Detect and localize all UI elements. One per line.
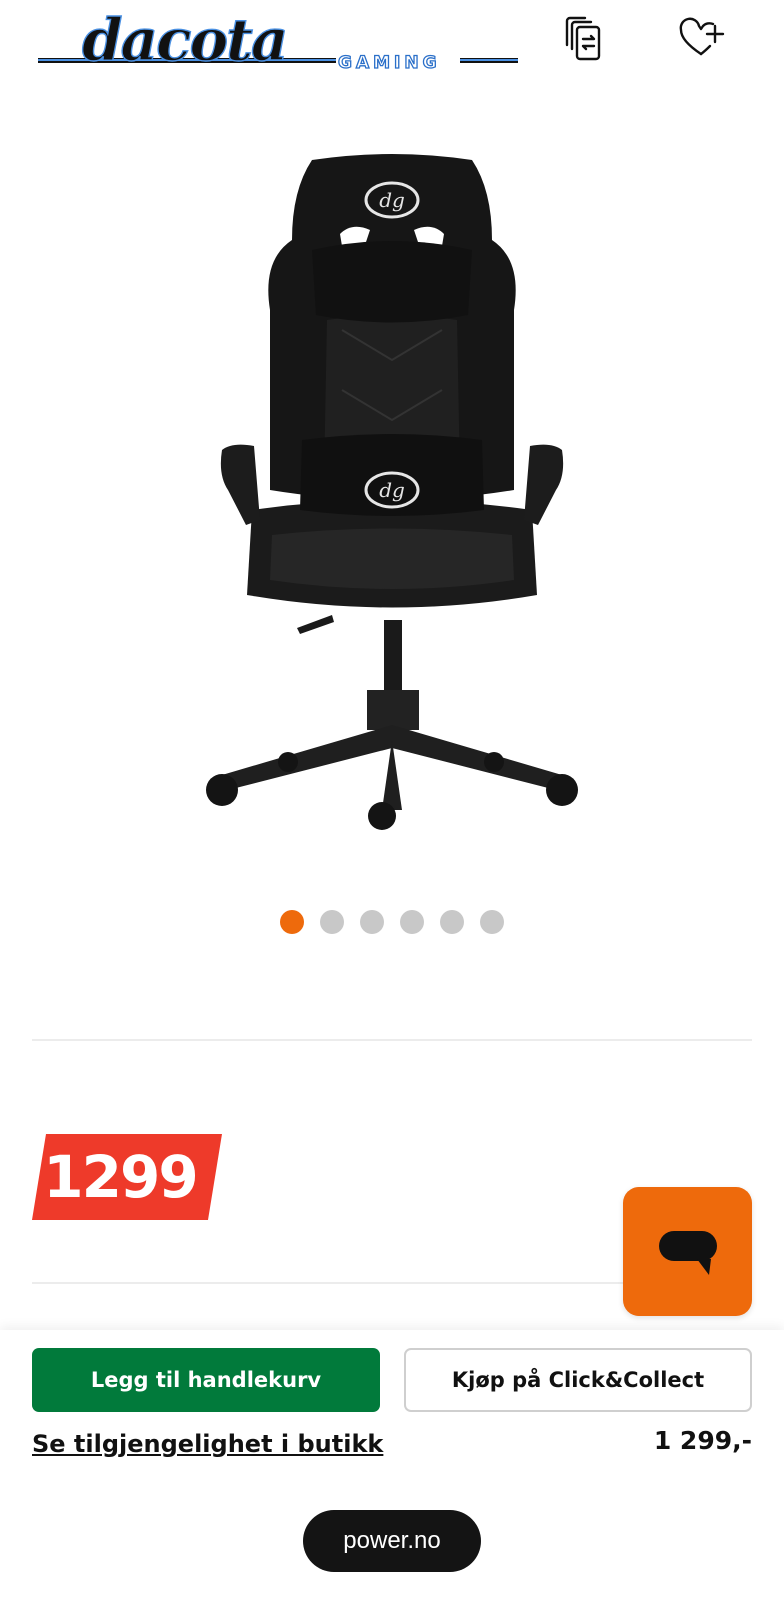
price-badge: 1299 [32,1134,222,1220]
chat-bubble-icon [658,1230,717,1275]
store-availability-link[interactable]: Se tilgjengelighet i butikk [32,1430,383,1458]
svg-text:GAMING: GAMING [338,53,441,73]
gallery-dot[interactable] [400,910,424,934]
gallery-dot[interactable] [280,910,304,934]
divider [32,1039,752,1041]
gallery-dot[interactable] [320,910,344,934]
product-image: dg dg [192,150,592,840]
gallery-dot[interactable] [440,910,464,934]
chat-button[interactable] [623,1187,752,1316]
browser-url-pill[interactable]: power.no [303,1510,481,1572]
price-badge-value: 1299 [43,1143,198,1211]
product-gallery[interactable]: dg dg [0,120,784,880]
click-collect-button[interactable]: Kjøp på Click&Collect [404,1348,752,1412]
gallery-pagination [0,910,784,934]
gallery-dot[interactable] [480,910,504,934]
compare-icon[interactable] [558,12,608,64]
gallery-dot[interactable] [360,910,384,934]
svg-text:dg: dg [379,478,405,502]
product-price: 1 299,- [653,1426,752,1455]
add-to-cart-button[interactable]: Legg til handlekurv [32,1348,380,1412]
brand-logo[interactable]: dacota GAMING [38,4,518,75]
url-text: power.no [343,1527,441,1554]
heart-plus-icon[interactable] [676,12,726,64]
header: dacota GAMING [0,0,784,90]
svg-text:dg: dg [379,188,405,212]
svg-text:dacota: dacota [82,6,287,74]
